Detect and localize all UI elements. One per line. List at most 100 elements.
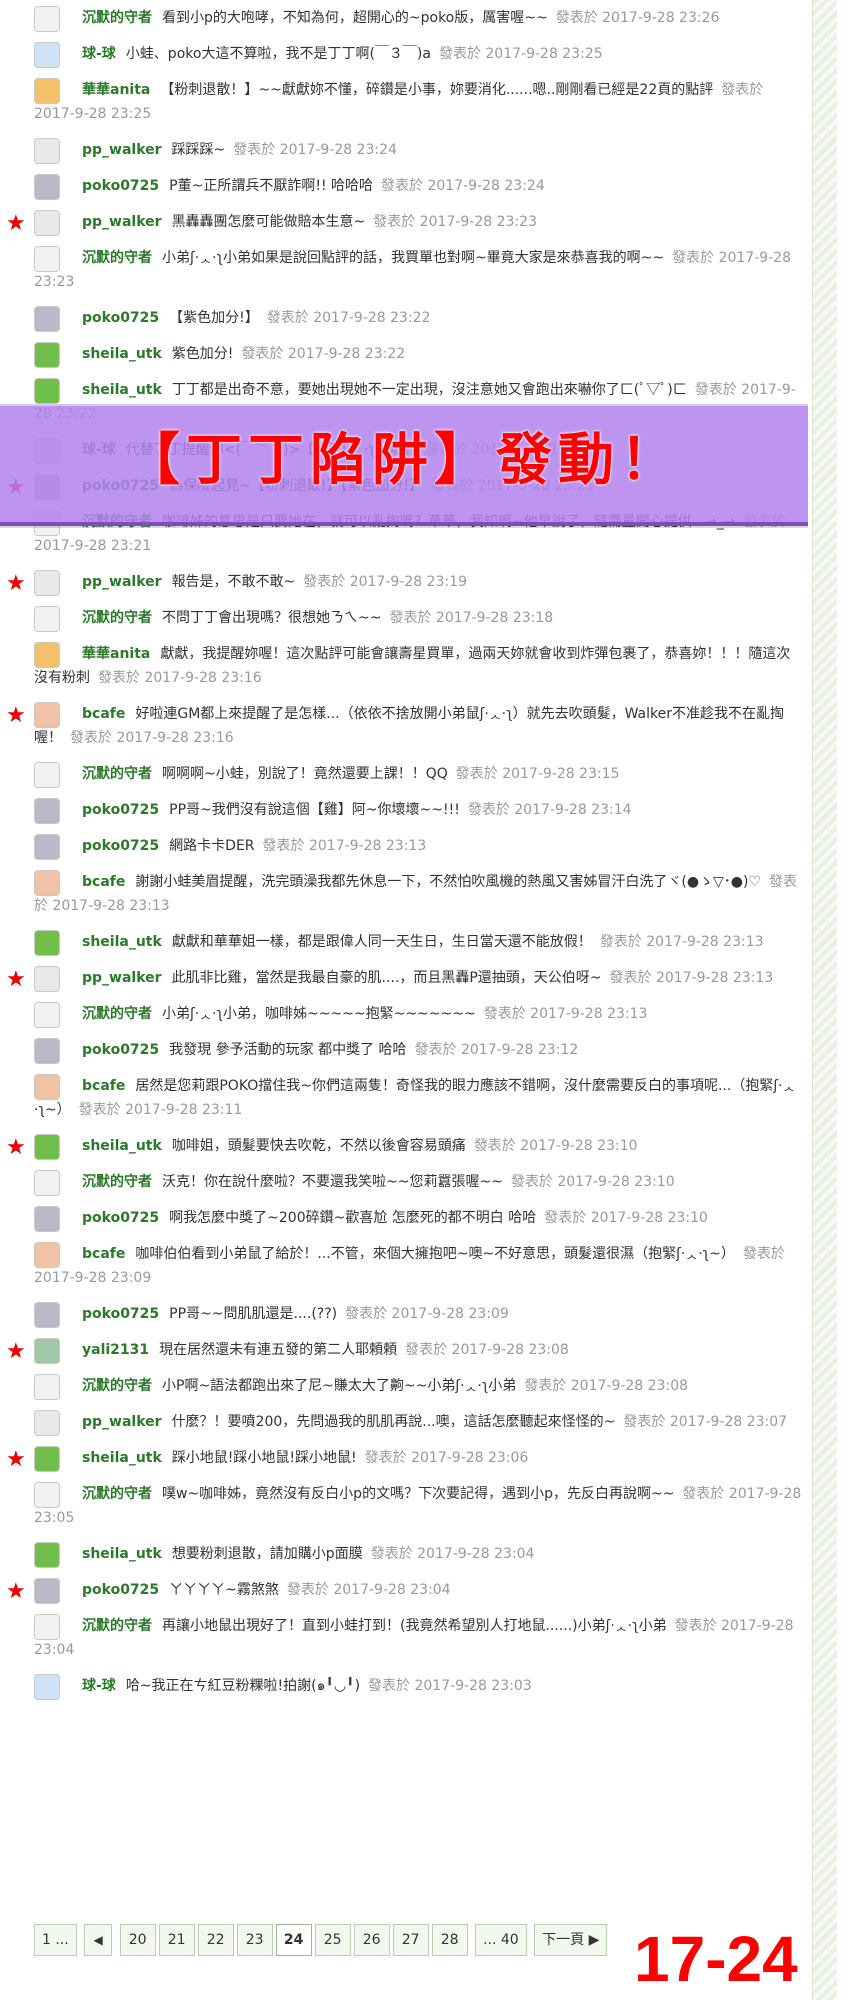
post-timestamp: 發表於 2017-9-28 23:03 bbox=[368, 1678, 532, 1694]
username-link[interactable]: 沉默的守者 bbox=[82, 1174, 152, 1190]
username-link[interactable]: sheila_utk bbox=[82, 346, 162, 362]
page-link[interactable]: 21 bbox=[158, 1924, 195, 1956]
post-timestamp: 發表於 2017-9-28 23:07 bbox=[623, 1414, 788, 1430]
username-link[interactable]: 華華anita bbox=[82, 82, 150, 98]
username-link[interactable]: 球-球 bbox=[82, 1678, 116, 1694]
next-page-button[interactable]: 下一頁 ▶ bbox=[534, 1924, 608, 1956]
avatar[interactable] bbox=[34, 306, 60, 332]
page-link[interactable]: 22 bbox=[197, 1924, 234, 1956]
page-first-link[interactable]: 1 ... bbox=[34, 1924, 77, 1956]
comment-text: 小弟ʃ·ᆺ·ʅ小弟，咖啡姊~~~~~抱緊~~~~~~~ bbox=[162, 1006, 476, 1022]
page-link[interactable]: 25 bbox=[314, 1924, 351, 1956]
avatar[interactable] bbox=[34, 138, 60, 164]
avatar[interactable] bbox=[34, 1338, 60, 1364]
username-link[interactable]: 沉默的守者 bbox=[82, 1486, 152, 1502]
username-link[interactable]: bcafe bbox=[82, 1246, 125, 1262]
avatar[interactable] bbox=[34, 42, 60, 68]
avatar[interactable] bbox=[34, 966, 60, 992]
page-scrollbar[interactable] bbox=[812, 0, 837, 2000]
username-link[interactable]: 沉默的守者 bbox=[82, 10, 152, 26]
page-link[interactable]: 20 bbox=[119, 1924, 156, 1956]
username-link[interactable]: pp_walker bbox=[82, 574, 162, 590]
username-link[interactable]: bcafe bbox=[82, 706, 125, 722]
avatar[interactable] bbox=[34, 1410, 60, 1436]
username-link[interactable]: 沉默的守者 bbox=[82, 610, 152, 626]
page-link[interactable]: 24 bbox=[275, 1924, 312, 1956]
username-link[interactable]: poko0725 bbox=[82, 802, 159, 818]
avatar[interactable] bbox=[34, 1542, 60, 1568]
avatar[interactable] bbox=[34, 78, 60, 104]
avatar[interactable] bbox=[34, 174, 60, 200]
avatar[interactable] bbox=[34, 1374, 60, 1400]
avatar[interactable] bbox=[34, 762, 60, 788]
username-link[interactable]: 球-球 bbox=[82, 46, 116, 62]
username-link[interactable]: 沉默的守者 bbox=[82, 250, 152, 266]
username-link[interactable]: poko0725 bbox=[82, 310, 159, 326]
username-link[interactable]: poko0725 bbox=[82, 1306, 159, 1322]
username-link[interactable]: pp_walker bbox=[82, 142, 162, 158]
avatar[interactable] bbox=[34, 1134, 60, 1160]
username-link[interactable]: poko0725 bbox=[82, 1582, 159, 1598]
username-link[interactable]: sheila_utk bbox=[82, 1450, 162, 1466]
username-link[interactable]: pp_walker bbox=[82, 1414, 162, 1430]
username-link[interactable]: sheila_utk bbox=[82, 382, 162, 398]
page-last-link[interactable]: ... 40 bbox=[475, 1924, 527, 1956]
avatar[interactable] bbox=[34, 606, 60, 632]
avatar[interactable] bbox=[34, 210, 60, 236]
username-link[interactable]: 沉默的守者 bbox=[82, 1378, 152, 1394]
page-link[interactable]: 23 bbox=[236, 1924, 273, 1956]
post-timestamp: 發表於 2017-9-28 23:10 bbox=[473, 1138, 638, 1154]
username-link[interactable]: 沉默的守者 bbox=[82, 766, 152, 782]
avatar[interactable] bbox=[34, 1242, 60, 1268]
post-timestamp: 發表於 2017-9-28 23:24 bbox=[233, 142, 397, 158]
avatar[interactable] bbox=[34, 378, 60, 404]
avatar[interactable] bbox=[34, 1446, 60, 1472]
avatar[interactable] bbox=[34, 1674, 60, 1700]
username-link[interactable]: 華華anita bbox=[82, 646, 150, 662]
post-timestamp: 發表於 2017-9-28 23:10 bbox=[510, 1174, 675, 1190]
avatar[interactable] bbox=[34, 1482, 60, 1508]
avatar[interactable] bbox=[34, 702, 60, 728]
avatar[interactable] bbox=[34, 1002, 60, 1028]
avatar[interactable] bbox=[34, 1038, 60, 1064]
avatar[interactable] bbox=[34, 930, 60, 956]
username-link[interactable]: pp_walker bbox=[82, 214, 162, 230]
avatar[interactable] bbox=[34, 1206, 60, 1232]
comment-text: 黑轟轟團怎麼可能做賠本生意~ bbox=[171, 214, 366, 230]
comment-text: 丁丁都是出奇不意，要她出現她不一定出現，沒注意她又會跑出來嚇你了ㄈ(ﾟ▽ﾟ)ㄈ bbox=[171, 382, 687, 398]
username-link[interactable]: 沉默的守者 bbox=[82, 1618, 152, 1634]
comment-row: 沉默的守者 小弟ʃ·ᆺ·ʅ小弟，咖啡姊~~~~~抱緊~~~~~~~ 發表於 2017… bbox=[0, 996, 812, 1032]
username-link[interactable]: sheila_utk bbox=[82, 1546, 162, 1562]
avatar[interactable] bbox=[34, 1614, 60, 1640]
avatar[interactable] bbox=[34, 642, 60, 668]
username-link[interactable]: sheila_utk bbox=[82, 1138, 162, 1154]
avatar[interactable] bbox=[34, 1170, 60, 1196]
username-link[interactable]: yali2131 bbox=[82, 1342, 149, 1358]
username-link[interactable]: bcafe bbox=[82, 1078, 125, 1094]
username-link[interactable]: poko0725 bbox=[82, 1210, 159, 1226]
avatar[interactable] bbox=[34, 570, 60, 596]
username-link[interactable]: sheila_utk bbox=[82, 934, 162, 950]
comment-row: ★ yali2131 現在居然還未有連五發的第二人耶頼頼 發表於 2017-9-28 … bbox=[0, 1332, 812, 1368]
avatar[interactable] bbox=[34, 834, 60, 860]
prev-page-icon[interactable]: ◀ bbox=[84, 1924, 113, 1956]
avatar[interactable] bbox=[34, 1074, 60, 1100]
avatar[interactable] bbox=[34, 798, 60, 824]
avatar[interactable] bbox=[34, 870, 60, 896]
page-link[interactable]: 28 bbox=[431, 1924, 468, 1956]
comment-text: 【紫色加分!】 bbox=[169, 310, 259, 326]
avatar[interactable] bbox=[34, 1302, 60, 1328]
avatar[interactable] bbox=[34, 246, 60, 272]
avatar[interactable] bbox=[34, 1578, 60, 1604]
username-link[interactable]: 沉默的守者 bbox=[82, 1006, 152, 1022]
avatar[interactable] bbox=[34, 6, 60, 32]
page-link[interactable]: 26 bbox=[353, 1924, 390, 1956]
username-link[interactable]: pp_walker bbox=[82, 970, 162, 986]
page-link[interactable]: 27 bbox=[392, 1924, 429, 1956]
comment-text: 啊啊啊~小蛙，別說了！竟然還要上課！！QQ bbox=[162, 766, 448, 782]
username-link[interactable]: bcafe bbox=[82, 874, 125, 890]
username-link[interactable]: poko0725 bbox=[82, 178, 159, 194]
username-link[interactable]: poko0725 bbox=[82, 1042, 159, 1058]
username-link[interactable]: poko0725 bbox=[82, 838, 159, 854]
avatar[interactable] bbox=[34, 342, 60, 368]
